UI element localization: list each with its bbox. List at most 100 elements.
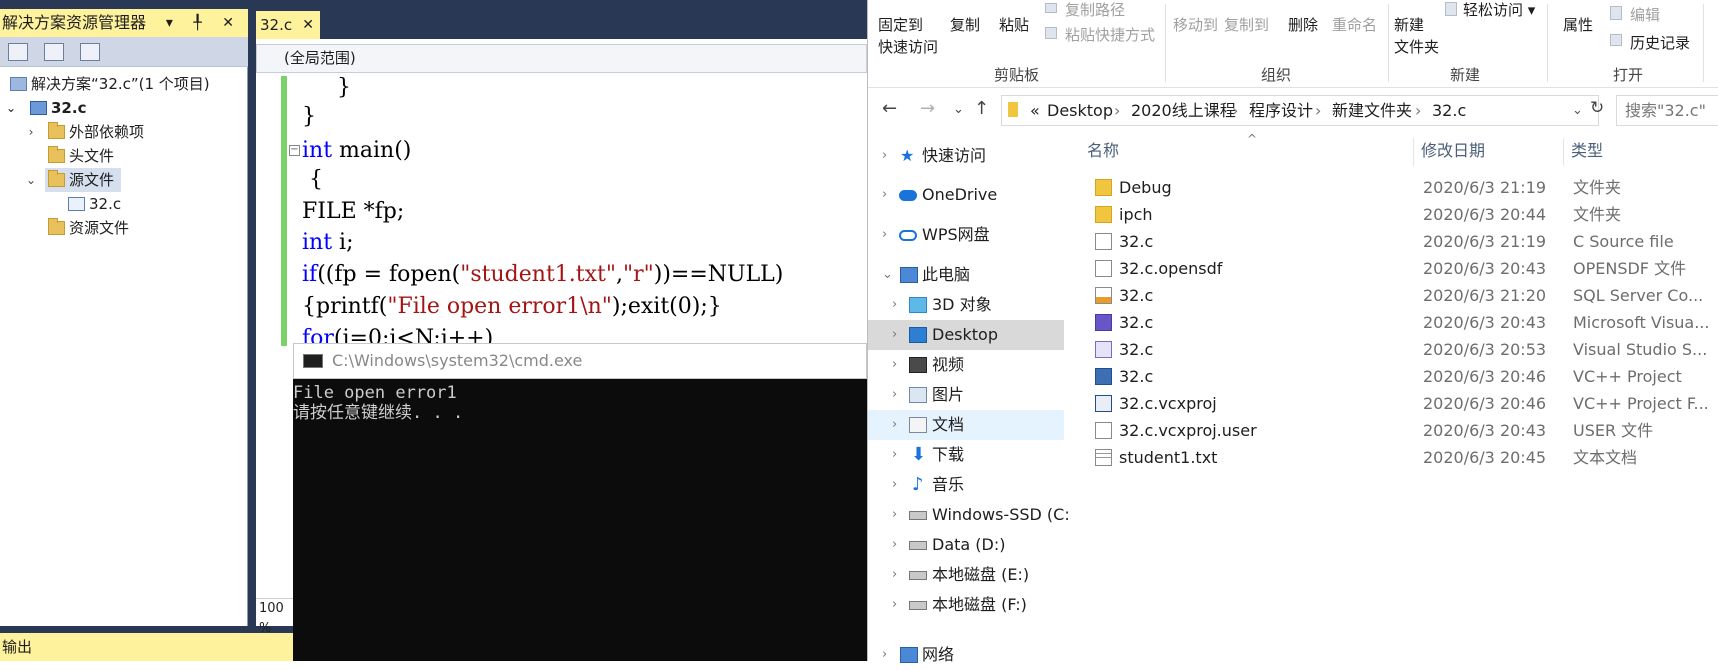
paste-shortcut-button[interactable]: 粘贴快捷方式 — [1065, 24, 1155, 45]
column-name[interactable]: 名称 — [1087, 132, 1119, 170]
move-to-button[interactable]: 移动到 — [1173, 14, 1218, 35]
nav-item-music[interactable]: › ♪ 音乐 — [868, 470, 1064, 500]
overflow-chevron[interactable]: « — [1030, 96, 1040, 125]
view-code-icon[interactable] — [80, 43, 100, 61]
nav-item-drive-d[interactable]: › Data (D:) — [868, 530, 1064, 560]
cmd-console[interactable]: File open error1 请按任意键继续. . . — [293, 379, 867, 661]
file-row[interactable]: 32.c 2020/6/3 20:43 Microsoft Visua... — [1087, 309, 1718, 336]
chevron-right-icon[interactable]: › — [892, 590, 897, 620]
nav-item-drive-c[interactable]: › Windows-SSD (C: — [868, 500, 1070, 530]
nav-item-drive-e[interactable]: › 本地磁盘 (E:) — [868, 560, 1064, 590]
chevron-right-icon[interactable]: › — [882, 640, 887, 670]
column-divider[interactable] — [1413, 138, 1414, 166]
rename-button[interactable]: 重命名 — [1332, 14, 1377, 35]
chevron-right-icon[interactable]: › — [882, 220, 887, 250]
expand-arrow-icon[interactable]: ⌄ — [3, 96, 19, 120]
paste-button[interactable]: 粘贴 — [999, 14, 1029, 35]
chevron-right-icon[interactable]: › — [892, 560, 897, 590]
breadcrumb-32c[interactable]: 32.c — [1432, 96, 1466, 125]
chevron-right-icon[interactable]: › — [892, 530, 897, 560]
copy-button[interactable]: 复制 — [950, 14, 980, 35]
collapse-arrow-icon[interactable]: › — [23, 120, 39, 144]
nav-item-this-pc[interactable]: ⌄ 此电脑 — [868, 260, 1064, 290]
nav-item-onedrive[interactable]: › OneDrive — [868, 180, 1064, 210]
up-arrow-icon[interactable]: ↑ — [974, 98, 989, 119]
file-date: 2020/6/3 20:43 — [1423, 421, 1547, 440]
breadcrumb-2020-course[interactable]: 2020线上课程 — [1131, 96, 1236, 125]
properties-button[interactable]: 属性 — [1563, 14, 1593, 35]
chevron-down-icon[interactable]: ⌄ — [882, 260, 893, 290]
chevron-right-icon[interactable]: › — [892, 410, 897, 440]
delete-button[interactable]: 删除 — [1288, 14, 1318, 35]
tree-item-source-files[interactable]: ⌄ 源文件 — [0, 168, 247, 192]
column-type[interactable]: 类型 — [1571, 132, 1603, 170]
tree-item-solution[interactable]: 解决方案“32.c”(1 个项目) — [0, 72, 247, 96]
address-dropdown-icon[interactable]: ⌄ — [1572, 96, 1583, 125]
nav-item-desktop[interactable]: › Desktop — [868, 320, 1064, 350]
chevron-right-icon[interactable]: › — [892, 440, 897, 470]
file-row[interactable]: 32.c 2020/6/3 21:19 C Source file — [1087, 228, 1718, 255]
file-row[interactable]: 32.c 2020/6/3 21:20 SQL Server Co... — [1087, 282, 1718, 309]
panel-controls[interactable]: ▾ ╀ ✕ — [166, 9, 242, 37]
scope-dropdown[interactable]: (全局范围) — [256, 44, 867, 73]
breadcrumb-programming[interactable]: 程序设计 — [1249, 96, 1313, 125]
collapse-icon[interactable]: − — [289, 145, 300, 156]
forward-arrow-icon[interactable]: → — [920, 98, 935, 119]
nav-item-videos[interactable]: › 视频 — [868, 350, 1064, 380]
chevron-right-icon[interactable]: › — [892, 320, 897, 350]
drive-icon — [909, 601, 927, 610]
tree-item-external-deps[interactable]: › 外部依赖项 — [0, 120, 247, 144]
nav-item-downloads[interactable]: › ⬇ 下载 — [868, 440, 1064, 470]
nav-item-network[interactable]: › 网络 — [868, 640, 1064, 670]
easy-access-button[interactable]: 轻松访问 ▾ — [1463, 0, 1535, 20]
tree-item-source-file[interactable]: 32.c — [0, 192, 247, 216]
address-bar[interactable]: « Desktop › 2020线上课程 › 程序设计 › 新建文件夹 › 32… — [1001, 95, 1599, 126]
cmd-title-bar[interactable]: C:\Windows\system32\cmd.exe — [293, 343, 867, 379]
refresh-icon[interactable]: ↻ — [1590, 98, 1604, 118]
file-row[interactable]: student1.txt 2020/6/3 20:45 文本文档 — [1087, 444, 1718, 471]
breadcrumb-new-folder[interactable]: 新建文件夹 — [1332, 96, 1412, 125]
chevron-right-icon[interactable]: › — [892, 380, 897, 410]
chevron-right-icon[interactable]: › — [882, 180, 887, 210]
search-input[interactable]: 搜索"32.c" — [1616, 95, 1718, 126]
file-row[interactable]: 32.c 2020/6/3 20:53 Visual Studio S... — [1087, 336, 1718, 363]
chevron-right-icon[interactable]: › — [892, 290, 897, 320]
file-row[interactable]: 32.c.vcxproj 2020/6/3 20:46 VC++ Project… — [1087, 390, 1718, 417]
nav-item-drive-f[interactable]: › 本地磁盘 (F:) — [868, 590, 1064, 620]
expand-arrow-icon[interactable]: ⌄ — [23, 168, 39, 192]
tree-item-header-files[interactable]: 头文件 — [0, 144, 247, 168]
nav-item-wps[interactable]: › WPS网盘 — [868, 220, 1064, 250]
nav-item-pictures[interactable]: › 图片 — [868, 380, 1064, 410]
new-folder-button[interactable]: 新建 — [1394, 14, 1424, 35]
nav-item-documents[interactable]: › 文档 — [868, 410, 1064, 440]
show-all-files-icon[interactable] — [44, 43, 64, 61]
file-row[interactable]: ipch 2020/6/3 20:44 文件夹 — [1087, 201, 1718, 228]
nav-item-3d-objects[interactable]: › 3D 对象 — [868, 290, 1064, 320]
copy-path-button[interactable]: 复制路径 — [1065, 0, 1125, 20]
nav-item-quick-access[interactable]: › ★ 快速访问 — [868, 141, 1064, 171]
pin-to-quick-access-button[interactable]: 固定到 — [878, 14, 923, 35]
tree-item-resource-files[interactable]: 资源文件 — [0, 216, 247, 240]
chevron-right-icon[interactable]: › — [892, 350, 897, 380]
file-row[interactable]: Debug 2020/6/3 21:19 文件夹 — [1087, 174, 1718, 201]
breadcrumb-desktop[interactable]: Desktop — [1047, 96, 1113, 125]
edit-button[interactable]: 编辑 — [1630, 4, 1660, 25]
chevron-right-icon[interactable]: › — [892, 470, 897, 500]
back-arrow-icon[interactable]: ← — [882, 98, 897, 119]
copy-to-button[interactable]: 复制到 — [1224, 14, 1269, 35]
column-date[interactable]: 修改日期 — [1421, 132, 1485, 170]
file-row[interactable]: 32.c 2020/6/3 20:46 VC++ Project — [1087, 363, 1718, 390]
editor-tab-32c[interactable]: 32.c ✕ — [256, 11, 320, 39]
file-row[interactable]: 32.c.opensdf 2020/6/3 20:43 OPENSDF 文件 — [1087, 255, 1718, 282]
file-row[interactable]: 32.c.vcxproj.user 2020/6/3 20:43 USER 文件 — [1087, 417, 1718, 444]
column-divider[interactable] — [1563, 138, 1564, 166]
recent-locations-icon[interactable]: ⌄ — [953, 102, 964, 117]
chevron-right-icon[interactable]: › — [892, 500, 897, 530]
chevron-right-icon[interactable]: › — [882, 141, 887, 171]
cmd-window[interactable]: C:\Windows\system32\cmd.exe File open er… — [293, 343, 867, 661]
history-button[interactable]: 历史记录 — [1630, 32, 1690, 53]
properties-icon[interactable] — [8, 43, 28, 61]
zoom-level[interactable]: 100 % — [256, 598, 296, 636]
close-icon[interactable]: ✕ — [302, 11, 314, 39]
tree-item-project[interactable]: ⌄ 32.c — [0, 96, 247, 120]
